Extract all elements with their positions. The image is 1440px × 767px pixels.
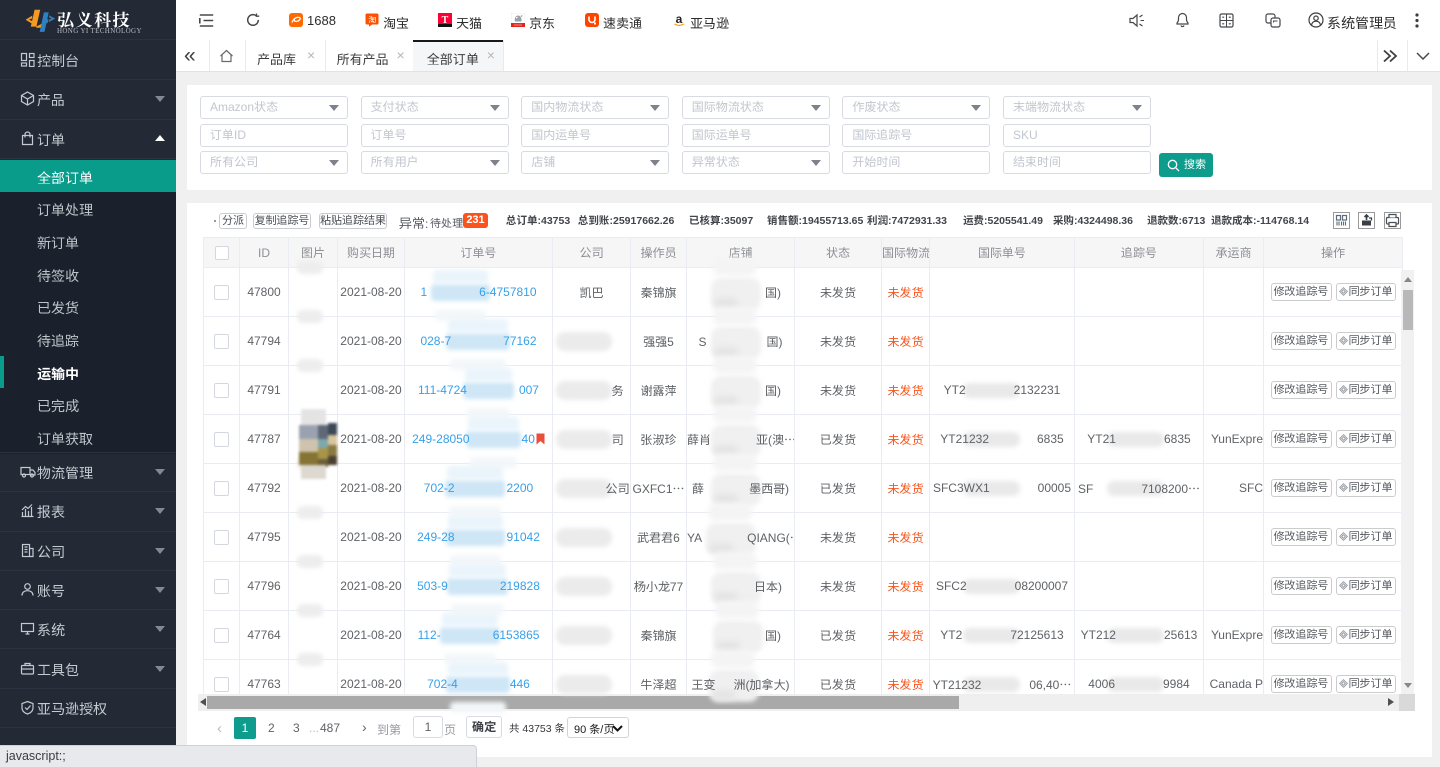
svg-text:a: a: [676, 13, 683, 26]
svg-text:T: T: [442, 15, 449, 26]
svg-text:淘: 淘: [368, 16, 376, 25]
